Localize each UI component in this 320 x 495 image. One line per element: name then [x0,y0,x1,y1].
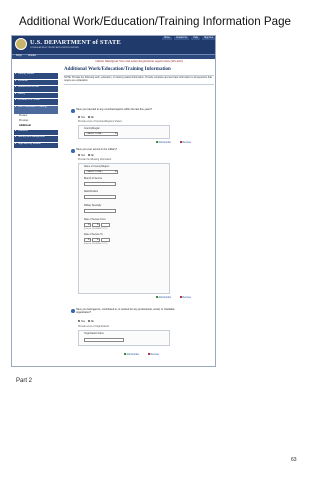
date-from-year-input[interactable] [101,223,110,227]
add-another-label: Add Another [158,142,172,144]
remove-label: Remove [150,354,160,356]
system-name: CONSULAR ELECTRONIC APPLICATION CENTER [30,47,79,49]
military-country-label: Name of Country/Region [84,166,110,168]
organizations-list-caption: Provide a List of Organizations [78,326,110,328]
no-label: No [90,319,94,323]
rank-input[interactable] [84,195,116,199]
add-another-organization-link[interactable]: Add Another [124,353,139,357]
organizations-entry-box: Organization Name [78,330,170,346]
country-region-select[interactable]: - SELECT ONE - [84,132,118,136]
yes-option[interactable]: Yes [78,320,85,324]
contact-us-link[interactable]: Contact Us [173,37,190,40]
date-to-day-select[interactable] [84,238,91,242]
date-to-label: Date of Service To [84,234,103,236]
question-text: Have you belonged to, contributed to, or… [76,308,175,314]
organization-name-input[interactable] [84,338,124,342]
date-to-month-select[interactable] [92,238,100,242]
remove-country-link[interactable]: Remove [180,141,191,145]
remove-organization-link[interactable]: Remove [148,353,159,357]
yes-option[interactable]: Yes [78,154,85,158]
specialty-label: Military Specialty [84,205,102,207]
help-icon[interactable] [71,309,75,313]
question-countries-visited: Have you traveled to any countries/regio… [71,108,186,113]
form-title: Online Immigrant Visa and Alien Registra… [95,59,183,63]
date-from-label: Date of Service From [84,219,106,221]
question-text: Have you ever served in the military? [76,148,118,151]
state-department-seal-icon [15,38,27,50]
department-name: U.S. DEPARTMENT of STATE [30,39,121,46]
question-organizations: Have you belonged to, contributed to, or… [71,308,186,315]
remove-label: Remove [182,142,192,144]
application-screenshot: U.S. DEPARTMENT of STATE CONSULAR ELECTR… [11,35,216,367]
sidebar-item-security[interactable]: Security and Background [14,135,58,142]
rank-label: Rank/Position [84,191,99,193]
yes-label: Yes [80,153,85,157]
sidebar-item-address-phone[interactable]: Address and Phone [14,85,58,92]
military-entry-box: Name of Country/Region - SELECT ONE - Br… [78,163,170,294]
banner-links: Home Contact Us Help Sign Out [161,37,215,40]
branch-input[interactable] [84,182,116,186]
add-another-military-link[interactable]: Add Another [156,296,171,300]
country-region-label: Country/Region [84,128,100,130]
yes-label: Yes [80,115,85,119]
date-from-month-select[interactable] [92,223,100,227]
remove-label: Remove [182,297,192,299]
sidebar-item-work-education[interactable]: Work / Education / Training [14,105,58,114]
question-text: Have you traveled to any countries/regio… [76,108,153,111]
organization-name-label: Organization Name [84,333,104,335]
sidebar-item-getting-started[interactable]: Getting Started [14,72,58,79]
no-option[interactable]: No [87,153,94,158]
countries-visited-radios: Yes No [78,116,118,120]
instruction-note: NOTE: Provide the following work, educat… [64,75,214,85]
military-country-select[interactable]: - SELECT ONE - [84,170,118,174]
countries-list-caption: Provide a List of Countries/Regions Visi… [78,121,122,123]
add-another-country-link[interactable]: Add Another [156,141,171,145]
sidebar-item-sign-review[interactable]: Sign/Security Review [14,142,58,148]
specialty-input[interactable] [84,209,116,213]
date-to-year-input[interactable] [101,238,110,242]
military-radios: Yes No [78,154,118,158]
sign-out-link[interactable]: Sign Out [202,37,215,40]
date-from-format-hint: (Format: DD-MMM-YYYY) [84,228,108,230]
sidebar: Getting Started Personal Address and Pho… [14,72,58,149]
no-label: No [90,115,94,119]
question-military-service: Have you ever served in the military? [71,148,186,153]
page-number: 63 [291,457,297,463]
organizations-radios: Yes No [78,320,118,324]
military-list-caption: Provide the following information: [78,159,112,161]
site-banner: U.S. DEPARTMENT of STATE CONSULAR ELECTR… [12,36,215,54]
nav-contact[interactable]: Contact [28,55,36,58]
section-title: Additional Work/Education/Training Infor… [64,66,171,72]
help-icon[interactable] [71,109,75,113]
no-option[interactable]: No [87,319,94,324]
no-option[interactable]: No [87,115,94,120]
yes-option[interactable]: Yes [78,116,85,120]
date-to-format-hint: (Format: DD-MMM-YYYY) [84,243,108,245]
help-link[interactable]: Help [191,37,201,40]
home-link[interactable]: Home [161,37,172,40]
countries-entry-box: Country/Region - SELECT ONE - [78,125,170,139]
nav-faqs[interactable]: FAQs [16,55,22,58]
main-content: Online Immigrant Visa and Alien Registra… [64,59,214,89]
no-label: No [90,153,94,157]
part-label: Part 2 [16,378,33,384]
branch-label: Branch of Service [84,178,103,180]
page-heading: Additional Work/Education/Training Infor… [19,15,291,28]
add-another-label: Add Another [158,297,172,299]
yes-label: Yes [80,319,85,323]
help-icon[interactable] [71,149,75,153]
date-from-day-select[interactable] [84,223,91,227]
add-another-label: Add Another [126,354,140,356]
remove-military-link[interactable]: Remove [180,296,191,300]
sidebar-item-previous-travel[interactable]: Previous U.S. Travel [14,98,58,105]
